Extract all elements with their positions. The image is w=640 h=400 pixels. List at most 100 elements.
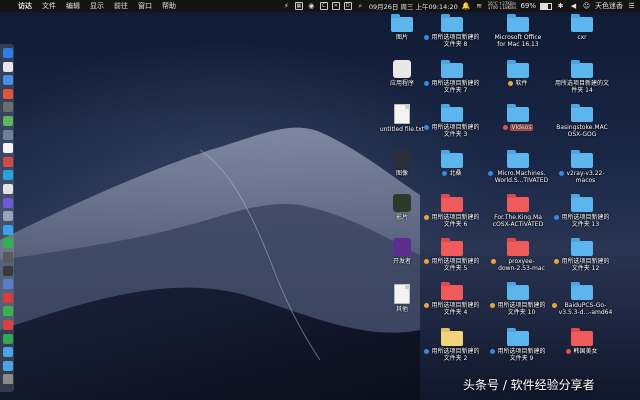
c-app-icon[interactable]: C <box>319 2 328 10</box>
menu-go[interactable]: 前往 <box>114 1 128 11</box>
dock <box>0 44 14 392</box>
desktop-item[interactable]: 软件 <box>486 60 550 87</box>
desktop-item[interactable]: Micro.Machines. World.S...TIVATED <box>486 150 550 184</box>
menu-file[interactable]: 文件 <box>42 1 56 11</box>
tag-dot-icon <box>551 303 557 308</box>
tag-dot-icon <box>508 81 514 86</box>
search-icon[interactable]: ⌕ <box>356 2 365 10</box>
terminal-icon[interactable] <box>3 238 13 249</box>
desktop-item[interactable]: 用所选项目新建的 文件夹 13 <box>550 194 614 228</box>
android-icon[interactable] <box>3 116 13 126</box>
folder-icon[interactable] <box>3 347 13 358</box>
desktop-item[interactable]: 用所选项目新建的 文件夹 9 <box>486 328 550 362</box>
desktop-item-label: 影片 <box>395 214 408 221</box>
desktop-item-label-row: 用所选项目新建的 文件夹 2 <box>420 348 484 362</box>
appstore-icon[interactable] <box>3 224 13 235</box>
desktop-item-label-row: 用所选项目新建的 文件夹 9 <box>486 348 550 362</box>
desktop-item-label: Micro.Machines. World.S...TIVATED <box>494 170 549 184</box>
wifi-icon[interactable]: ≋ <box>475 2 484 10</box>
desktop-item[interactable]: 用所选项目新建的 文件夹 8 <box>420 14 484 48</box>
desktop-item[interactable]: 北桑 <box>420 150 484 177</box>
desktop-item-label-row: 用所选项目新建的 文件夹 13 <box>550 214 614 228</box>
d-app-icon[interactable]: D <box>343 2 352 10</box>
battery-icon[interactable] <box>540 2 552 10</box>
calendar-icon[interactable] <box>3 156 13 167</box>
grid-icon[interactable]: ▦ <box>294 2 303 10</box>
desktop-item[interactable]: BaiduPCS-Go- v3.5.3-d...-amd64 <box>550 282 614 316</box>
bell-icon[interactable]: 🔔 <box>462 2 471 10</box>
safari-icon[interactable] <box>3 75 13 86</box>
circle-icon[interactable]: ◉ <box>307 2 316 10</box>
menu-username[interactable]: 天色迷香 <box>595 1 623 11</box>
downloads-icon[interactable] <box>3 360 13 371</box>
tag-dot-icon <box>424 35 430 40</box>
finder-icon[interactable] <box>3 48 13 58</box>
desktop-item-label-row: 用所选项目新建的 文件夹 8 <box>420 34 484 48</box>
volume-icon[interactable]: ◀ <box>569 2 578 10</box>
activity-icon[interactable] <box>3 252 13 262</box>
folder-icon <box>571 60 593 78</box>
list-icon[interactable]: ☰ <box>627 2 636 10</box>
text-icon[interactable] <box>3 184 13 194</box>
desktop-item-label-row: Basingstoke.MAC OSX-GOG <box>550 124 614 138</box>
folder-icon <box>507 194 529 212</box>
desktop-item[interactable]: proxyee- down-2.53-mac <box>486 238 550 272</box>
folder-icon <box>507 150 529 168</box>
tag-dot-icon <box>424 215 430 220</box>
desktop-item[interactable]: 用所选项目新建的 文件夹 7 <box>420 60 484 94</box>
desktop-item-label-row: Micro.Machines. World.S...TIVATED <box>486 170 550 184</box>
desktop-item[interactable]: Videos <box>486 104 550 131</box>
user-icon[interactable]: ☺ <box>582 2 591 10</box>
desktop-item[interactable]: 韩国美女 <box>550 328 614 355</box>
desktop-item[interactable]: 用所选项目新建的 文件夹 3 <box>420 104 484 138</box>
desktop-item-label: 用所选项目新建的 文件夹 3 <box>431 124 480 138</box>
folder-icon <box>441 14 463 32</box>
folder-icon <box>571 282 593 300</box>
yandex-icon[interactable] <box>3 292 13 303</box>
desktop-item[interactable]: cxr <box>550 14 614 41</box>
battery-percent[interactable]: 69% <box>520 2 536 10</box>
menu-clock[interactable]: 09月26日 周三 上午09:14:20 <box>369 1 458 11</box>
desktop-item[interactable]: 用所选项目新建的 文件夹 10 <box>486 282 550 316</box>
desktop-item[interactable]: 用所选项目新建的 文件夹 4 <box>420 282 484 316</box>
apple-icon[interactable] <box>4 2 12 10</box>
desktop-item[interactable]: 用所选项目新建的 文件夹 6 <box>420 194 484 228</box>
netease-music-icon[interactable] <box>3 320 13 330</box>
system-prefs-icon[interactable] <box>3 211 13 222</box>
trash-icon[interactable] <box>3 374 13 385</box>
wechat-icon[interactable] <box>3 306 13 317</box>
desktop-item[interactable]: v2ray-v3.22- macos <box>550 150 614 184</box>
x-app-icon[interactable]: ✕ <box>331 2 340 10</box>
mail-icon[interactable] <box>3 170 13 181</box>
desktop-item[interactable]: Basingstoke.MAC OSX-GOG <box>550 104 614 138</box>
folder-icon <box>507 14 529 32</box>
settings-icon[interactable] <box>3 197 13 208</box>
menu-help[interactable]: 帮助 <box>162 1 176 11</box>
bolt-icon[interactable]: ⚡ <box>282 2 291 10</box>
screen-icon[interactable] <box>3 279 13 290</box>
notes-icon[interactable] <box>3 143 13 154</box>
applications-icon <box>393 60 411 78</box>
spotify-icon[interactable] <box>3 333 13 344</box>
tag-dot-icon <box>490 349 496 354</box>
console-icon[interactable] <box>3 265 13 276</box>
bluetooth-icon[interactable]: ✱ <box>556 2 565 10</box>
desktop-item[interactable]: 用所选项目新建的 文件夹 12 <box>550 238 614 272</box>
rocket-icon[interactable] <box>3 88 13 99</box>
folder-icon <box>391 14 413 32</box>
menu-view[interactable]: 显示 <box>90 1 104 11</box>
desktop-item[interactable]: 用所选项目新建的 文件夹 5 <box>420 238 484 272</box>
desktop-item[interactable]: 用所选项目新建的文 件夹 14 <box>550 60 614 94</box>
menu-window[interactable]: 窗口 <box>138 1 152 11</box>
menu-app-name[interactable]: 访达 <box>18 1 32 11</box>
desktop-item[interactable]: For.The.King.Ma cOSX-ACTiVATED <box>486 194 550 228</box>
preview-icon[interactable] <box>3 129 13 140</box>
desktop-item-label: 用所选项目新建的 文件夹 12 <box>561 258 610 272</box>
desktop-item[interactable]: 用所选项目新建的 文件夹 2 <box>420 328 484 362</box>
desktop-item[interactable]: Microsoft Office for Mac 16.13 <box>486 14 550 48</box>
photos-icon[interactable] <box>3 102 13 113</box>
netspeed-line2: 1700 ↓18KB/s <box>487 5 517 10</box>
siri-icon[interactable] <box>3 61 13 72</box>
menu-edit[interactable]: 编辑 <box>66 1 80 11</box>
folder-icon <box>571 14 593 32</box>
